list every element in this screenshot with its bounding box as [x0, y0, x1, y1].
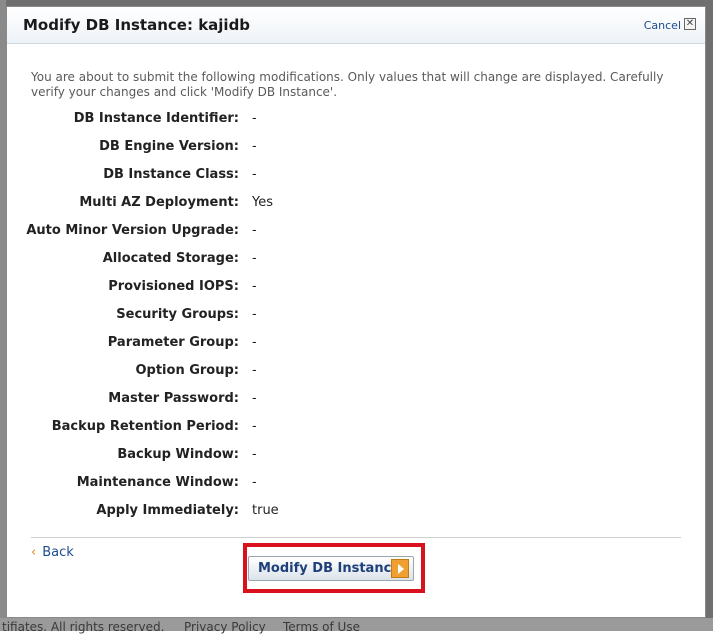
field-label: Provisioned IOPS:	[108, 279, 239, 294]
field-value: -	[252, 251, 257, 266]
back-link[interactable]: ‹ Back	[31, 545, 74, 560]
field-label: Security Groups:	[116, 307, 239, 322]
field-label: Parameter Group:	[107, 335, 239, 350]
modify-db-instance-button[interactable]: Modify DB Instance	[248, 556, 414, 581]
chevron-left-icon: ‹	[31, 545, 37, 560]
dialog-title: Modify DB Instance: kajidb	[23, 16, 251, 34]
field-value: -	[252, 335, 257, 350]
field-value: -	[252, 223, 257, 238]
field-value: -	[252, 279, 257, 294]
field-row-db-instance-identifier: DB Instance Identifier: -	[7, 111, 705, 131]
field-row-auto-minor-version-upgrade: Auto Minor Version Upgrade: -	[7, 223, 705, 243]
intro-text: You are about to submit the following mo…	[31, 70, 664, 99]
field-row-security-groups: Security Groups: -	[7, 307, 705, 327]
field-value: true	[252, 503, 279, 518]
field-label: DB Engine Version:	[99, 139, 239, 154]
field-label: DB Instance Identifier:	[73, 111, 239, 126]
field-row-backup-window: Backup Window: -	[7, 447, 705, 467]
field-row-master-password: Master Password: -	[7, 391, 705, 411]
field-label: Backup Retention Period:	[51, 419, 239, 434]
footer-copyright: tifiates. All rights reserved.	[2, 620, 165, 634]
field-row-apply-immediately: Apply Immediately: true	[7, 503, 705, 523]
field-value: -	[252, 475, 257, 490]
field-row-provisioned-iops: Provisioned IOPS: -	[7, 279, 705, 299]
field-row-maintenance-window: Maintenance Window: -	[7, 475, 705, 495]
field-label: Option Group:	[135, 363, 239, 378]
field-label: Apply Immediately:	[96, 503, 239, 518]
cancel-link[interactable]: Cancel	[644, 19, 681, 32]
field-label: Allocated Storage:	[102, 251, 239, 266]
field-label: Backup Window:	[117, 447, 239, 462]
field-row-db-engine-version: DB Engine Version: -	[7, 139, 705, 159]
field-value: -	[252, 167, 257, 182]
arrow-right-icon	[391, 559, 409, 578]
field-value: -	[252, 307, 257, 322]
field-value: -	[252, 111, 257, 126]
submit-label: Modify DB Instance	[258, 561, 401, 576]
dialog-titlebar: Modify DB Instance: kajidb Cancel ✕	[7, 7, 705, 44]
divider	[31, 537, 681, 538]
field-value: -	[252, 363, 257, 378]
field-row-parameter-group: Parameter Group: -	[7, 335, 705, 355]
close-icon[interactable]: ✕	[684, 18, 696, 30]
field-value: -	[252, 447, 257, 462]
footer-privacy-link[interactable]: Privacy Policy	[184, 620, 266, 634]
back-label: Back	[42, 545, 74, 560]
field-label: Multi AZ Deployment:	[79, 195, 239, 210]
field-label: Master Password:	[108, 391, 239, 406]
field-row-db-instance-class: DB Instance Class: -	[7, 167, 705, 187]
field-row-allocated-storage: Allocated Storage: -	[7, 251, 705, 271]
field-value: -	[252, 139, 257, 154]
field-value: Yes	[252, 195, 273, 210]
field-label: Auto Minor Version Upgrade:	[26, 223, 239, 238]
field-label: Maintenance Window:	[76, 475, 239, 490]
field-label: DB Instance Class:	[103, 167, 239, 182]
field-row-multi-az-deployment: Multi AZ Deployment: Yes	[7, 195, 705, 215]
modify-db-instance-dialog: Modify DB Instance: kajidb Cancel ✕ You …	[6, 6, 706, 618]
field-value: -	[252, 391, 257, 406]
footer-terms-link[interactable]: Terms of Use	[283, 620, 360, 634]
field-row-option-group: Option Group: -	[7, 363, 705, 383]
field-row-backup-retention-period: Backup Retention Period: -	[7, 419, 705, 439]
field-value: -	[252, 419, 257, 434]
